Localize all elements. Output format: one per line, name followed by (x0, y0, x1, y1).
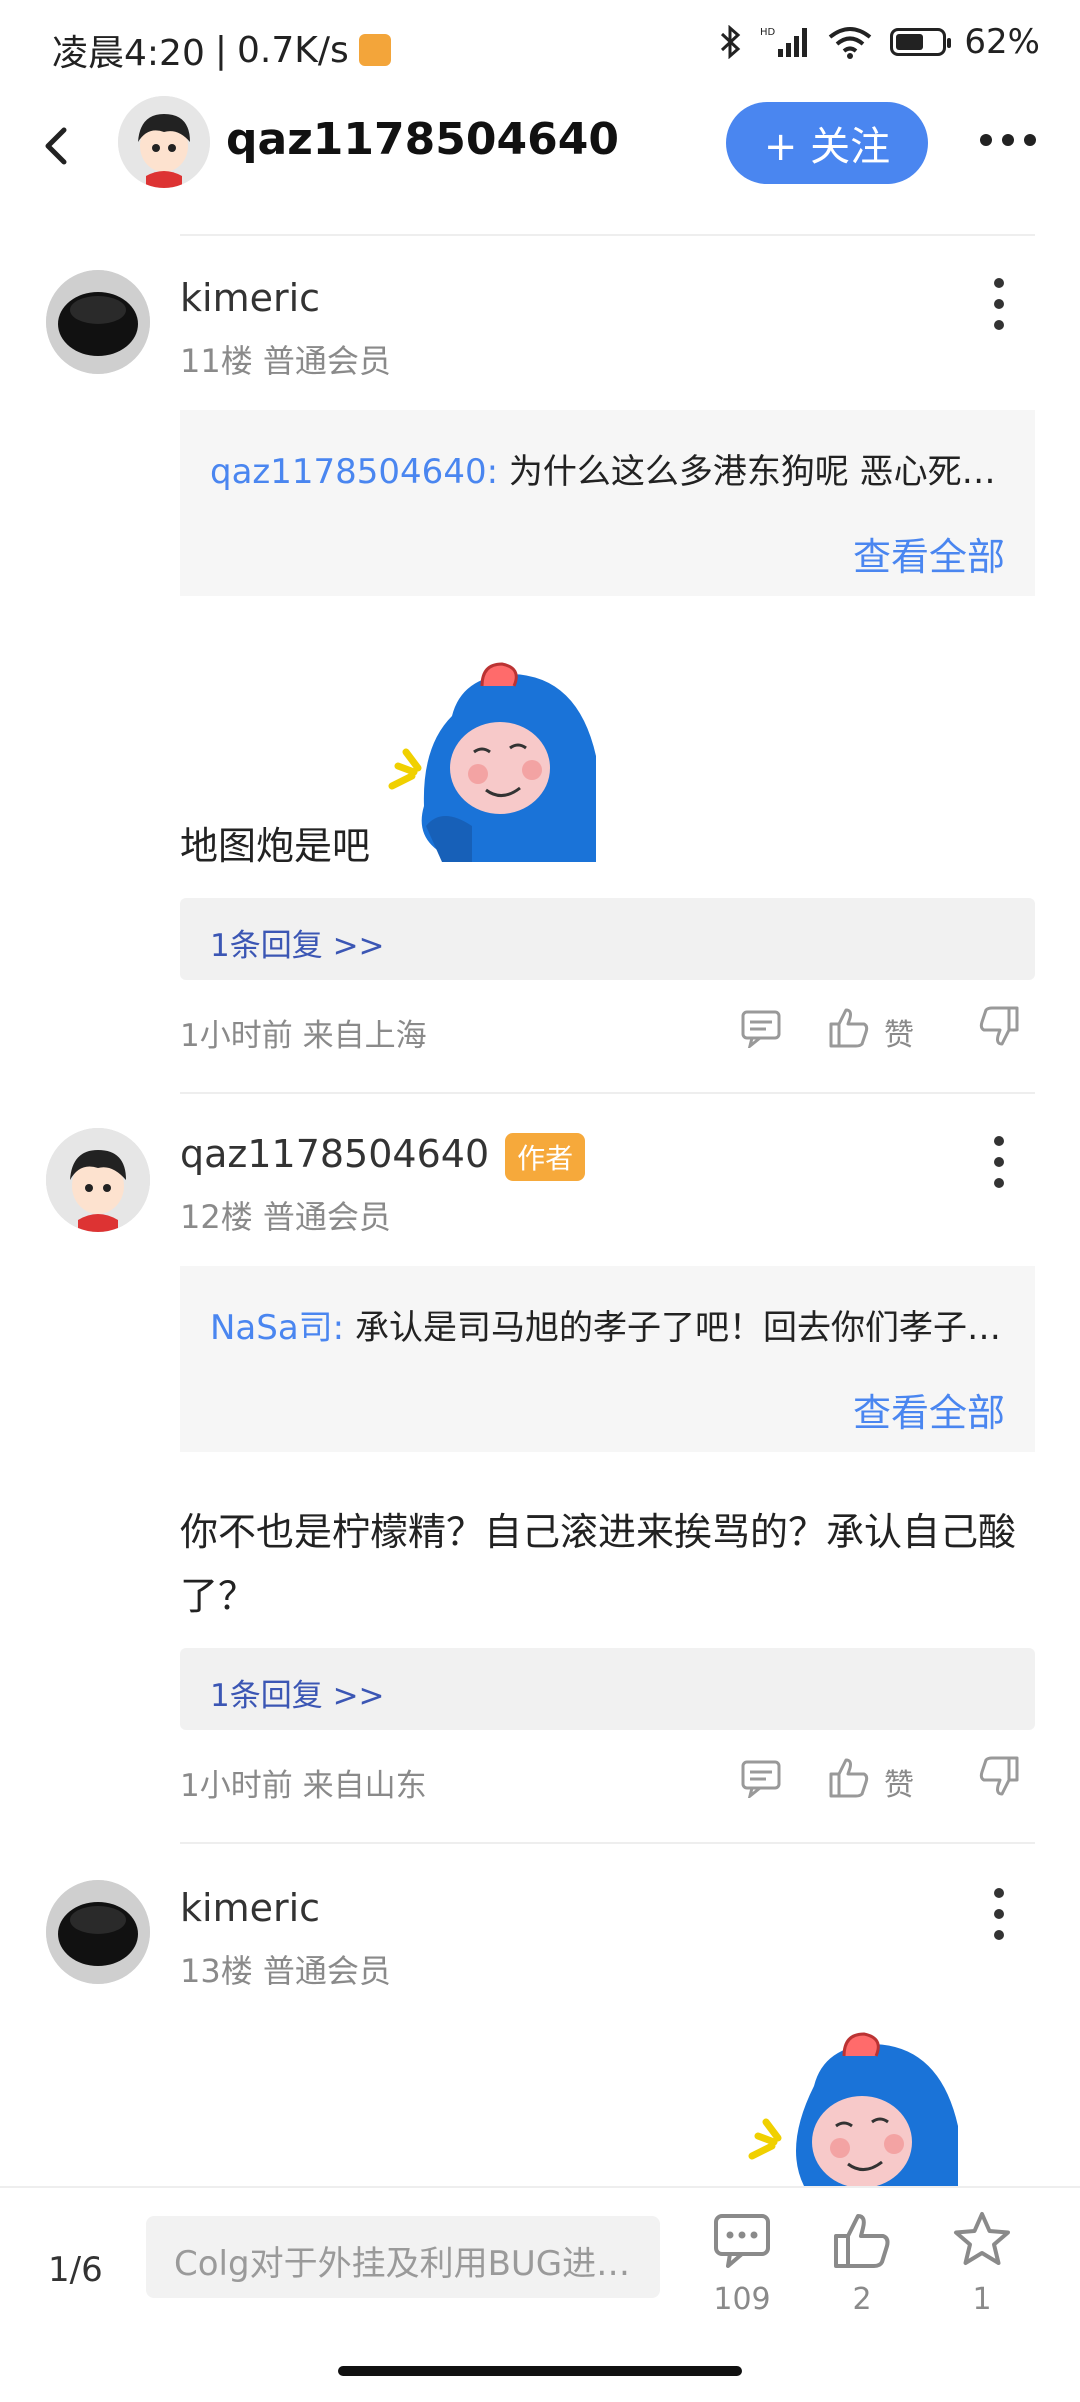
dislike-icon[interactable] (978, 1006, 1020, 1048)
post-avatar[interactable] (46, 270, 150, 374)
quote-line: NaSa司: 承认是司马旭的孝子了吧！回去你们孝子… (210, 1300, 1005, 1349)
post-level: 普通会员 (262, 1952, 391, 1990)
post-floor-level: 13楼 普通会员 (180, 1946, 391, 1992)
divider (180, 234, 1035, 236)
signal-icon: HD (760, 27, 808, 57)
follow-button[interactable]: + 关注 (726, 102, 928, 184)
post-floor: 12楼 (180, 1198, 253, 1236)
post-actions: 赞 (740, 1006, 1040, 1054)
dislike-icon[interactable] (978, 1756, 1020, 1798)
battery-icon (890, 28, 952, 56)
page-indicator[interactable]: 1/6 (48, 2250, 103, 2290)
like-count: 2 (852, 2282, 872, 2317)
reply-count-bar[interactable]: 1条回复 >> (180, 1648, 1035, 1730)
like-icon[interactable] (828, 1756, 870, 1798)
post-floor: 11楼 (180, 342, 253, 380)
author-badge: 作者 (505, 1132, 586, 1181)
post-level: 普通会员 (262, 1198, 391, 1236)
notification-icon (358, 34, 391, 66)
sticker-image[interactable] (744, 2026, 964, 2186)
quote-text: 为什么这么多港东狗呢 恶心死我了 (508, 452, 1005, 492)
post-text: 你不也是柠檬精？自己滚进来挨骂的？承认自己酸了？ (180, 1510, 1017, 1618)
post-actions: 赞 (740, 1756, 1040, 1804)
reply-count-label[interactable]: 1条回复 >> (210, 920, 385, 965)
reply-count-label[interactable]: 1条回复 >> (210, 1670, 385, 1715)
comments-button[interactable]: 109 (702, 2210, 782, 2320)
comment-icon[interactable] (740, 1006, 782, 1048)
quote-text: 承认是司马旭的孝子了吧！回去你们孝子… (354, 1308, 1001, 1348)
post-avatar[interactable] (46, 1880, 150, 1984)
post-username[interactable]: qaz1178504640 作者 (180, 1132, 586, 1181)
like-icon[interactable] (828, 1006, 870, 1048)
thumbs-up-icon (834, 2214, 890, 2268)
status-left: 凌晨4:20 | 0.7K/s (52, 24, 391, 76)
reply-input[interactable]: Colg对于外挂及利用BUG进… (146, 2216, 660, 2298)
post-floor-level: 11楼 普通会员 (180, 336, 391, 382)
post-avatar[interactable] (46, 1128, 150, 1232)
comment-icon[interactable] (740, 1756, 782, 1798)
status-bar: 凌晨4:20 | 0.7K/s HD 62% (0, 0, 1080, 96)
post-text: 地图炮是吧 (180, 824, 371, 868)
post-username[interactable]: kimeric (180, 276, 320, 320)
post-username[interactable]: kimeric (180, 1886, 320, 1930)
reply-count-bar[interactable]: 1条回复 >> (180, 898, 1035, 980)
more-icon[interactable] (980, 120, 1054, 160)
like-label[interactable]: 赞 (884, 1760, 914, 1804)
comment-count: 109 (713, 2282, 771, 2317)
divider (180, 1092, 1035, 1094)
post-menu-icon[interactable] (992, 278, 1006, 330)
post-time-location: 1小时前 来自山东 (180, 1768, 427, 1804)
post-menu-icon[interactable] (992, 1136, 1006, 1188)
status-time: 凌晨4:20 (52, 33, 205, 74)
quote-user[interactable]: qaz1178504640: (210, 452, 498, 492)
home-indicator[interactable] (338, 2366, 742, 2376)
reply-input-placeholder: Colg对于外挂及利用BUG进… (174, 2244, 631, 2284)
battery-percent: 62% (964, 22, 1040, 62)
signal-hd-label: HD (760, 27, 776, 38)
wifi-icon (829, 27, 872, 59)
divider (180, 1842, 1035, 1844)
post-floor-level: 12楼 普通会员 (180, 1192, 391, 1238)
post-level: 普通会员 (262, 342, 391, 380)
post-username-text[interactable]: qaz1178504640 (180, 1132, 489, 1176)
status-net-speed: 0.7K/s (236, 29, 349, 71)
status-separator: | (214, 29, 227, 71)
status-right: HD 62% (720, 22, 1040, 62)
favorite-button[interactable]: 1 (942, 2210, 1022, 2320)
quote-line: qaz1178504640: 为什么这么多港东狗呢 恶心死我了 (210, 444, 1005, 493)
star-icon (954, 2212, 1010, 2265)
see-all-link[interactable]: 查看全部 (853, 526, 1005, 581)
header-avatar[interactable] (118, 96, 210, 188)
quote-box[interactable]: NaSa司: 承认是司马旭的孝子了吧！回去你们孝子… 查看全部 (180, 1266, 1035, 1452)
sticker-image[interactable] (382, 656, 596, 862)
bluetooth-icon (721, 25, 741, 59)
header-username[interactable]: qaz1178504640 (226, 114, 619, 165)
like-button[interactable]: 2 (822, 2210, 902, 2320)
back-icon[interactable] (30, 118, 86, 174)
quote-box[interactable]: qaz1178504640: 为什么这么多港东狗呢 恶心死我了 查看全部 (180, 410, 1035, 596)
comment-bubble-icon (714, 2214, 770, 2268)
favorite-count: 1 (972, 2282, 992, 2317)
like-label[interactable]: 赞 (884, 1010, 914, 1054)
post-floor: 13楼 (180, 1952, 253, 1990)
post-time-location: 1小时前 来自上海 (180, 1018, 427, 1054)
see-all-link[interactable]: 查看全部 (853, 1382, 1005, 1437)
quote-user[interactable]: NaSa司: (210, 1308, 344, 1348)
post-menu-icon[interactable] (992, 1888, 1006, 1940)
